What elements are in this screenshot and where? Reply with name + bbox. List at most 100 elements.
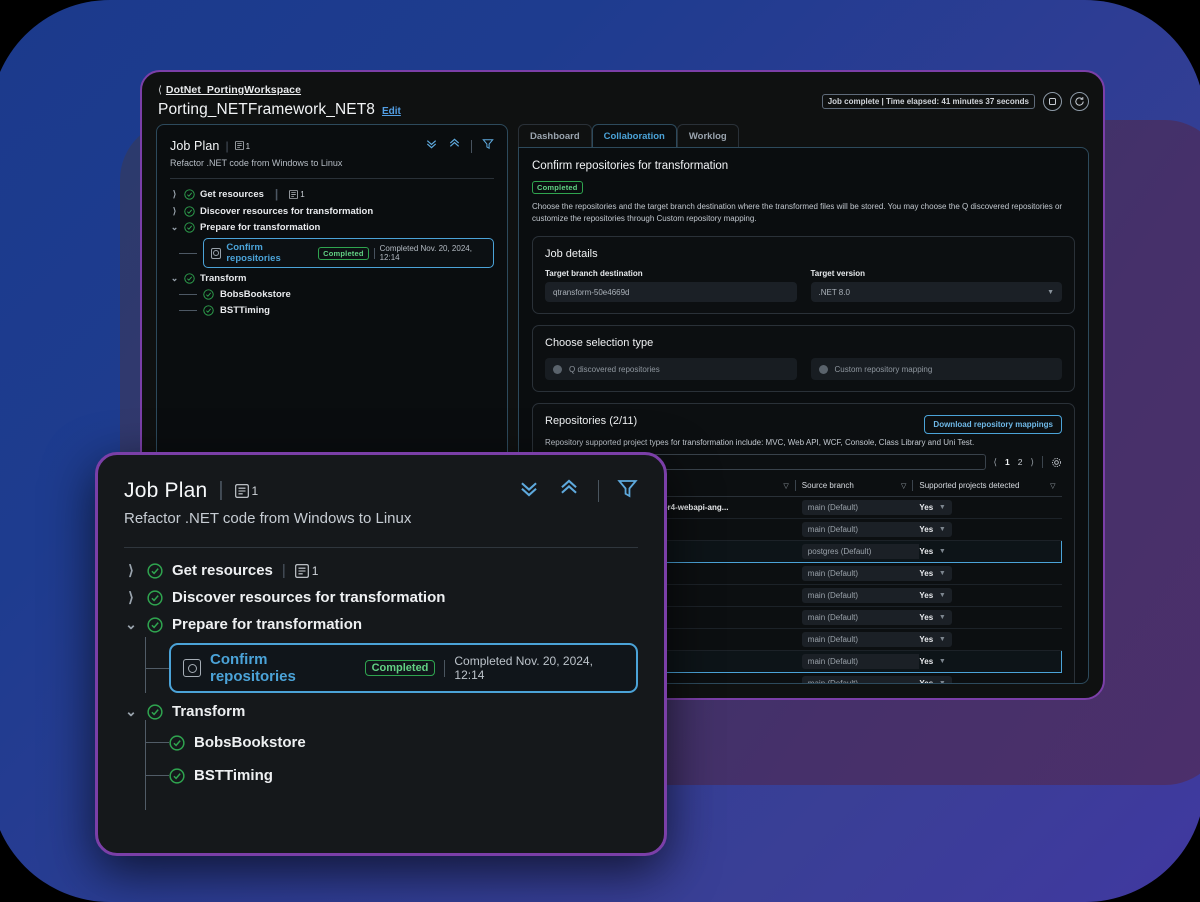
download-repository-mappings-button[interactable]: Download repository mappings [924, 415, 1062, 434]
stop-icon[interactable] [1043, 92, 1062, 111]
panel-description: Choose the repositories and the target b… [532, 201, 1075, 225]
column-label: Source branch [802, 481, 854, 490]
job-plan-tree: ⟩ Get resources | 1 ⟩ Discover resources… [170, 187, 494, 316]
list-icon [295, 564, 309, 578]
breadcrumb-parent-link[interactable]: DotNet_PortingWorkspace [166, 84, 301, 96]
chevron-down-icon: ▼ [939, 526, 946, 533]
column-header-supported[interactable]: Supported projects detected ▽ [919, 476, 1061, 497]
refresh-icon[interactable] [1070, 92, 1089, 111]
list-icon [235, 141, 244, 152]
collapse-all-icon[interactable] [425, 137, 438, 155]
overlay-child-bobsbookstore[interactable]: BobsBookstore [145, 734, 638, 751]
chevron-down-icon[interactable]: ⌄ [170, 222, 179, 233]
chevron-left-icon[interactable]: ⟨ [994, 457, 998, 468]
leaf-item[interactable]: BSTTiming [203, 305, 270, 316]
chevron-right-icon[interactable]: ⟩ [170, 189, 179, 200]
tab-dashboard[interactable]: Dashboard [518, 124, 592, 148]
tree-child-bsttiming[interactable]: BSTTiming [170, 305, 494, 316]
chevron-right-icon[interactable]: ⟩ [124, 562, 138, 579]
overlay-tree-node-prepare[interactable]: ⌄ Prepare for transformation [124, 616, 638, 633]
divider: | [225, 139, 228, 153]
chevron-down-icon[interactable]: ⌄ [124, 703, 138, 720]
target-version-field: Target version .NET 8.0 ▼ [811, 269, 1063, 302]
status-badge: Completed [365, 660, 436, 676]
target-branch-label: Target branch destination [545, 269, 797, 278]
overlay-leaf-item[interactable]: BSTTiming [169, 767, 273, 784]
edit-link[interactable]: Edit [382, 106, 401, 117]
status-badge: Job complete | Time elapsed: 41 minutes … [822, 94, 1035, 109]
collapse-all-icon[interactable] [518, 477, 540, 504]
step-target-icon [183, 659, 201, 677]
page-2-button[interactable]: 2 [1018, 457, 1023, 467]
radio-icon [553, 365, 562, 374]
job-plan-subtitle: Refactor .NET code from Windows to Linux [170, 158, 494, 168]
tree-child-bobsbookstore[interactable]: BobsBookstore [170, 289, 494, 300]
panel-badge-row: Completed [532, 177, 1075, 195]
overlay-tree-node-transform[interactable]: ⌄ Transform [124, 703, 638, 720]
row-branch-cell: main (Default)▼ [802, 585, 920, 607]
divider [124, 547, 638, 548]
leaf-label: BobsBookstore [220, 289, 291, 300]
branch-value: main (Default) [808, 591, 858, 600]
overlay-tree-node-label: Prepare for transformation [172, 616, 362, 633]
expand-all-icon[interactable] [448, 137, 461, 155]
branch-value: main (Default) [808, 679, 858, 684]
radio-custom-mapping[interactable]: Custom repository mapping [811, 358, 1063, 380]
row-branch-cell: postgres (Default)▼ [802, 541, 920, 563]
overlay-selected-step-chip[interactable]: Confirm repositories Completed Completed… [169, 643, 638, 693]
tab-collaboration[interactable]: Collaboration [592, 124, 677, 148]
chevron-down-icon: ▼ [939, 592, 946, 599]
tree-node-transform[interactable]: ⌄ Transform [170, 273, 494, 284]
sort-icon[interactable]: ▽ [901, 482, 906, 490]
overlay-tree-node-count: 1 [295, 564, 319, 578]
check-circle-icon [147, 704, 163, 720]
filter-icon[interactable] [482, 137, 494, 155]
overlay-tree-node-label: Get resources [172, 562, 273, 579]
overlay-tree-node-discover[interactable]: ⟩ Discover resources for transformation [124, 589, 638, 606]
tree-node-discover[interactable]: ⟩ Discover resources for transformation [170, 206, 494, 217]
repositories-header: Repositories (2/11) Download repository … [545, 415, 1062, 434]
tree-node-get-resources[interactable]: ⟩ Get resources | 1 [170, 187, 494, 201]
chevron-right-icon[interactable]: ⟩ [170, 206, 179, 217]
tree-connector [145, 720, 146, 810]
chevron-down-icon: ▼ [1047, 289, 1054, 296]
overlay-child-bsttiming[interactable]: BSTTiming [145, 767, 638, 784]
sort-icon[interactable]: ▽ [783, 482, 788, 490]
target-branch-value: qtransform-50e4669d [553, 288, 630, 297]
gear-icon[interactable] [1051, 457, 1062, 468]
tree-connector [179, 253, 197, 254]
radio-icon [819, 365, 828, 374]
screenshot-stage: ⟨ DotNet_PortingWorkspace Porting_NETFra… [0, 0, 1200, 902]
overlay-leaf-item[interactable]: BobsBookstore [169, 734, 306, 751]
chevron-right-icon[interactable]: ⟩ [124, 589, 138, 606]
branch-value: postgres (Default) [808, 547, 872, 556]
overlay-leaf-label: BSTTiming [194, 767, 273, 784]
divider [1042, 456, 1043, 468]
leaf-item[interactable]: BobsBookstore [203, 289, 291, 300]
tree-connector [179, 294, 197, 295]
selected-step-chip[interactable]: Confirm repositories Completed Completed… [203, 238, 494, 268]
chevron-down-icon[interactable]: ⌄ [124, 616, 138, 633]
selection-type-section: Choose selection type Q discovered repos… [532, 325, 1075, 392]
target-branch-input[interactable]: qtransform-50e4669d [545, 282, 797, 302]
filter-icon[interactable] [617, 478, 638, 504]
tree-node-prepare[interactable]: ⌄ Prepare for transformation [170, 222, 494, 233]
divider [471, 140, 472, 153]
chevron-right-icon[interactable]: ⟩ [1030, 457, 1034, 468]
row-branch-cell: main (Default)▼ [802, 497, 920, 519]
page-1-button[interactable]: 1 [1005, 457, 1010, 467]
target-version-select[interactable]: .NET 8.0 ▼ [811, 282, 1063, 302]
pagination: ⟨ 1 2 ⟩ [994, 456, 1063, 468]
sort-icon[interactable]: ▽ [1050, 482, 1055, 490]
branch-value: main (Default) [808, 569, 858, 578]
overlay-tree-node-get-resources[interactable]: ⟩ Get resources | 1 [124, 562, 638, 579]
chevron-down-icon[interactable]: ⌄ [170, 273, 179, 284]
tree-connector [179, 310, 197, 311]
column-header-source-branch[interactable]: Source branch ▽ [802, 476, 920, 497]
overlay-actions [518, 477, 638, 504]
radio-q-discovered[interactable]: Q discovered repositories [545, 358, 797, 380]
check-circle-icon [184, 273, 195, 284]
tab-worklog[interactable]: Worklog [677, 124, 739, 148]
expand-all-icon[interactable] [558, 477, 580, 504]
divider [374, 248, 375, 259]
